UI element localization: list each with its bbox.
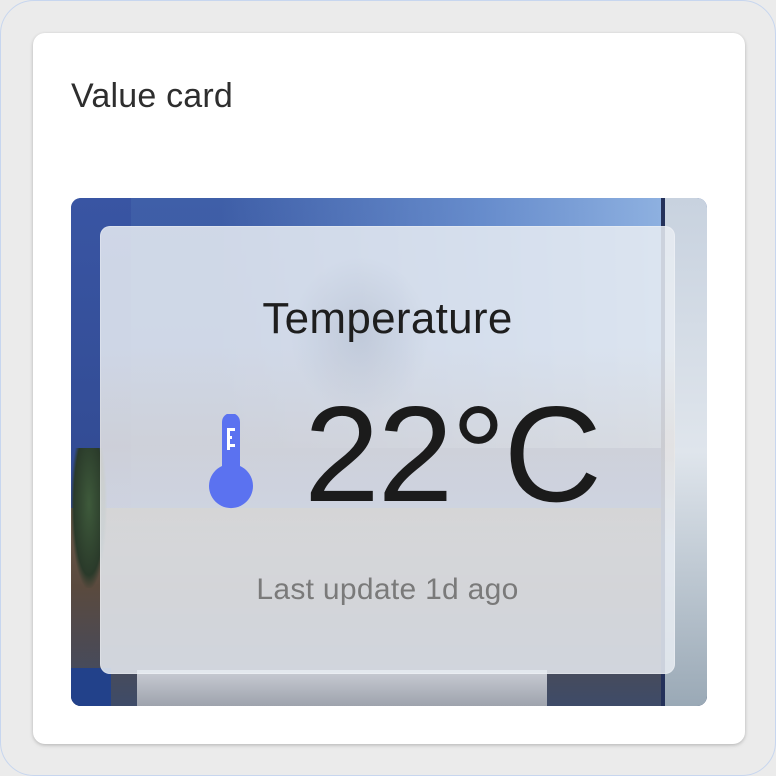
card-title: Value card bbox=[71, 77, 234, 115]
temperature-panel[interactable]: Temperature 22°C Last update 1d ago bbox=[100, 226, 675, 674]
value-row: 22°C bbox=[100, 384, 675, 528]
value-label: Temperature bbox=[262, 294, 513, 343]
background-image: Temperature 22°C Last update 1d ago bbox=[71, 198, 707, 706]
thermometer-icon bbox=[209, 414, 253, 508]
value-card: Value card Temperature 22°C Last update … bbox=[33, 33, 745, 744]
last-update-text: Last update 1d ago bbox=[256, 573, 519, 606]
widget-frame: Value card Temperature 22°C Last update … bbox=[0, 0, 776, 776]
temperature-value: 22°C bbox=[304, 378, 602, 530]
